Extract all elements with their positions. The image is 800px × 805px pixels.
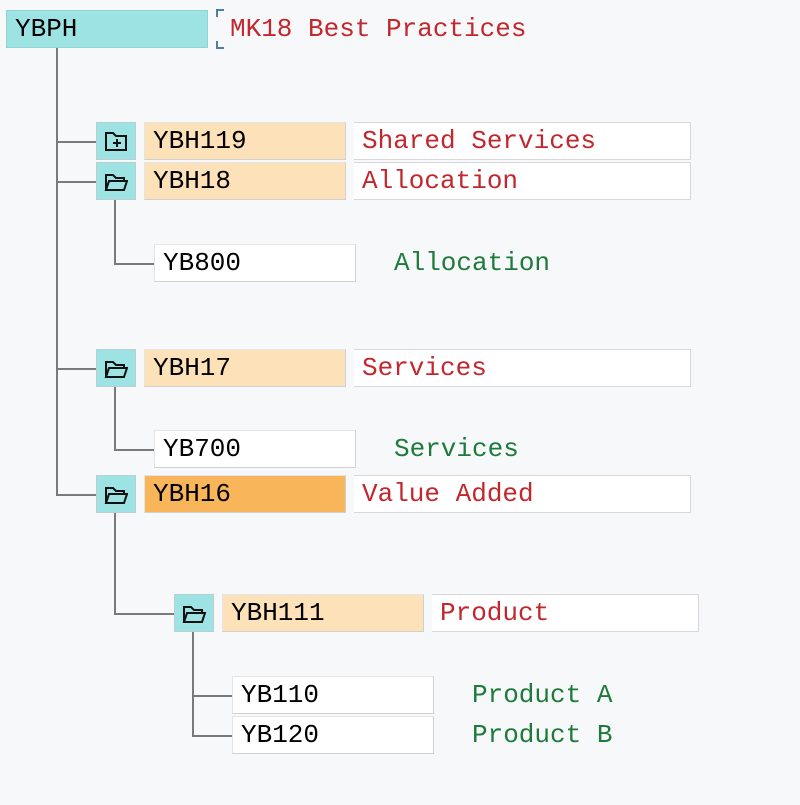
node-code: YB110	[232, 676, 434, 714]
node-code: YB700	[154, 430, 356, 468]
node-code: YB800	[154, 244, 356, 282]
tree-node[interactable]: YBH17 Services	[96, 349, 691, 387]
tree-line	[114, 449, 154, 451]
tree-line	[114, 513, 116, 613]
tree-line	[56, 494, 96, 496]
node-desc: Services	[386, 431, 527, 467]
tree-line	[56, 368, 96, 370]
tree-line	[114, 263, 154, 265]
tree-node-selected[interactable]: YBH16 Value Added	[96, 475, 691, 513]
node-desc: Product	[432, 594, 699, 632]
tree-node[interactable]: YBH111 Product	[174, 594, 699, 632]
tree-node[interactable]: YBH119 Shared Services	[96, 122, 691, 160]
tree-line	[114, 387, 116, 450]
tree-leaf[interactable]: YB120 Product B	[232, 716, 620, 754]
tree-line	[56, 181, 96, 183]
tree-line	[56, 48, 58, 494]
tree-line	[192, 695, 232, 697]
node-code: YBH119	[144, 122, 346, 160]
tree-node[interactable]: YBH18 Allocation	[96, 162, 691, 200]
folder-collapsed-icon[interactable]	[96, 122, 136, 160]
tree-node-root[interactable]: YBPH MK18 Best Practices	[6, 10, 534, 48]
folder-open-icon[interactable]	[96, 162, 136, 200]
folder-open-icon[interactable]	[174, 594, 214, 632]
node-desc: Product A	[464, 677, 620, 713]
folder-open-icon[interactable]	[96, 349, 136, 387]
node-desc: Services	[354, 349, 691, 387]
hierarchy-tree: YBPH MK18 Best Practices YBH119 Shared S…	[0, 0, 800, 805]
tree-line	[192, 632, 194, 735]
node-desc: Shared Services	[354, 122, 691, 160]
node-code: YBH17	[144, 349, 346, 387]
node-code: YBH16	[144, 475, 346, 513]
tree-line	[114, 613, 174, 615]
node-code: YBH111	[222, 594, 424, 632]
tree-line	[114, 200, 116, 264]
node-desc: Value Added	[354, 475, 691, 513]
root-desc: MK18 Best Practices	[222, 11, 534, 47]
folder-open-icon[interactable]	[96, 475, 136, 513]
tree-leaf[interactable]: YB110 Product A	[232, 676, 620, 714]
node-desc: Product B	[464, 717, 620, 753]
root-code: YBPH	[6, 10, 208, 48]
tree-line	[56, 141, 96, 143]
node-code: YB120	[232, 716, 434, 754]
tree-leaf[interactable]: YB700 Services	[154, 430, 527, 468]
tree-leaf[interactable]: YB800 Allocation	[154, 244, 558, 282]
node-desc: Allocation	[386, 245, 558, 281]
node-code: YBH18	[144, 162, 346, 200]
tree-line	[192, 735, 232, 737]
node-desc: Allocation	[354, 162, 691, 200]
